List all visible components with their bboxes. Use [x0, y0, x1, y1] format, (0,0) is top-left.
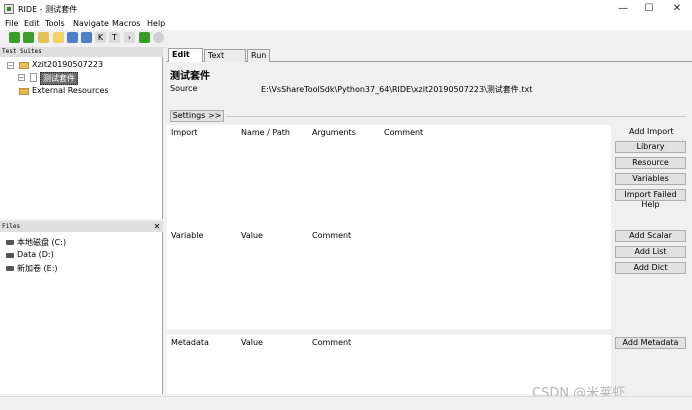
import-table[interactable]: Import Name / Path Arguments Comment — [167, 125, 611, 229]
suite-root-item[interactable]: Xzit20190507223 — [32, 60, 103, 69]
add-metadata-button[interactable]: Add Metadata — [615, 337, 686, 349]
col-arguments: Arguments — [312, 128, 356, 137]
tab-run[interactable]: Run — [247, 49, 270, 62]
drive-icon — [6, 240, 14, 245]
forward-arrow-icon[interactable] — [23, 32, 34, 43]
files-close-icon[interactable]: ✕ — [152, 221, 162, 232]
files-header: Files — [0, 221, 163, 232]
forward-small-icon[interactable]: › — [124, 32, 135, 43]
external-resources-item[interactable]: External Resources — [32, 86, 109, 95]
run-config-icon[interactable] — [153, 32, 164, 43]
test-suites-tree: − Xzit20190507223 − 测试套件 External Resour… — [0, 57, 163, 219]
external-resources-icon — [19, 88, 29, 95]
col-variable: Variable — [171, 231, 204, 240]
suite-child-item[interactable]: 测试套件 — [40, 72, 78, 85]
editor-tabs: Edit × Text Edit Run — [166, 47, 692, 72]
tree-collapse-toggle[interactable]: − — [7, 62, 14, 69]
add-list-button[interactable]: Add List — [615, 246, 686, 258]
tree-collapse-toggle-child[interactable]: − — [18, 74, 25, 81]
play-icon[interactable] — [139, 32, 150, 43]
drive-icon — [6, 266, 14, 271]
menu-macros[interactable]: Macros — [112, 19, 140, 28]
back-arrow-icon[interactable] — [9, 32, 20, 43]
menu-edit[interactable]: Edit — [24, 19, 40, 28]
add-variables-button[interactable]: Variables — [615, 173, 686, 185]
col-metadata: Metadata — [171, 338, 209, 347]
col-name-path: Name / Path — [241, 128, 290, 137]
settings-toggle-button[interactable]: Settings >> — [170, 110, 224, 122]
file-icon — [30, 73, 37, 82]
menu-navigate[interactable]: Navigate — [73, 19, 109, 28]
folder-icon — [19, 62, 29, 69]
maximize-button[interactable]: ☐ — [634, 0, 664, 18]
col-import: Import — [171, 128, 198, 137]
tab-text-edit[interactable]: Text Edit — [204, 49, 246, 72]
keyword-search-icon[interactable]: K — [95, 32, 106, 43]
status-bar — [0, 396, 692, 410]
source-label: Source — [170, 84, 198, 93]
import-failed-help-button[interactable]: Import Failed Help — [615, 189, 686, 209]
col-value: Value — [241, 231, 263, 240]
col-comment: Comment — [312, 338, 352, 347]
drive-c-item[interactable]: 本地磁盘 (C:) — [17, 237, 66, 248]
tab-edit[interactable]: Edit × — [168, 48, 203, 71]
menu-file[interactable]: File — [5, 19, 18, 28]
test-suites-header: Test Suites — [0, 47, 163, 57]
source-path: E:\VsShareToolSdk\Python37_64\RIDE\xzit2… — [261, 85, 533, 94]
col-comment: Comment — [384, 128, 424, 137]
title-bar: RIDE - 测试套件 — ☐ ✕ — [0, 0, 692, 18]
add-library-button[interactable]: Library — [615, 141, 686, 153]
menu-bar: File Edit Tools Navigate Macros Help — [0, 18, 692, 30]
settings-divider — [226, 116, 686, 117]
close-button[interactable]: ✕ — [662, 0, 692, 18]
add-dict-button[interactable]: Add Dict — [615, 262, 686, 274]
add-import-heading: Add Import — [629, 127, 674, 136]
col-comment: Comment — [312, 231, 352, 240]
ride-app-icon — [4, 4, 14, 14]
add-resource-button[interactable]: Resource — [615, 157, 686, 169]
files-tree: 本地磁盘 (C:) Data (D:) 新加卷 (E:) — [0, 232, 163, 394]
window-title: RIDE - 测试套件 — [18, 5, 78, 14]
menu-help[interactable]: Help — [147, 19, 165, 28]
variable-table[interactable]: Variable Value Comment — [167, 229, 611, 329]
toolbar: K T › — [0, 30, 692, 48]
save-icon[interactable] — [67, 32, 78, 43]
new-file-icon[interactable] — [53, 32, 64, 43]
add-scalar-button[interactable]: Add Scalar — [615, 230, 686, 242]
drive-e-item[interactable]: 新加卷 (E:) — [17, 263, 58, 274]
col-value: Value — [241, 338, 263, 347]
suite-title: 测试套件 — [170, 71, 210, 82]
open-folder-icon[interactable] — [38, 32, 49, 43]
drive-d-item[interactable]: Data (D:) — [17, 250, 54, 259]
save-all-icon[interactable] — [81, 32, 92, 43]
tab-edit-label: Edit — [172, 50, 190, 59]
test-search-icon[interactable]: T — [109, 32, 120, 43]
drive-icon — [6, 253, 14, 258]
menu-tools[interactable]: Tools — [45, 19, 65, 28]
